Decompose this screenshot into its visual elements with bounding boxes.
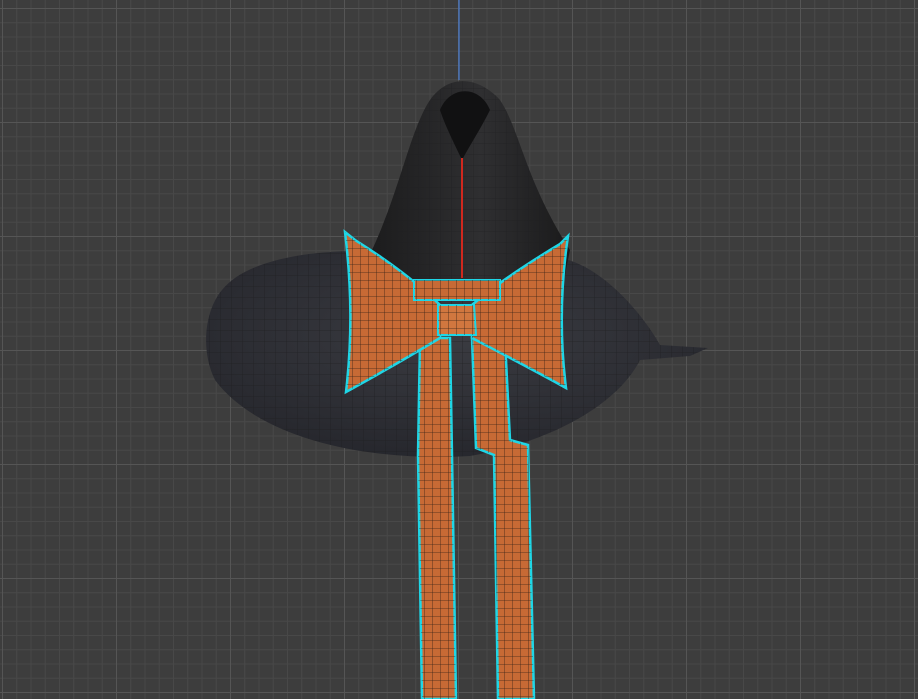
witch-hat[interactable]: [206, 81, 708, 457]
3d-viewport[interactable]: [0, 0, 918, 699]
viewport-scene[interactable]: [0, 0, 918, 699]
ribbon-left[interactable]: [416, 336, 458, 699]
